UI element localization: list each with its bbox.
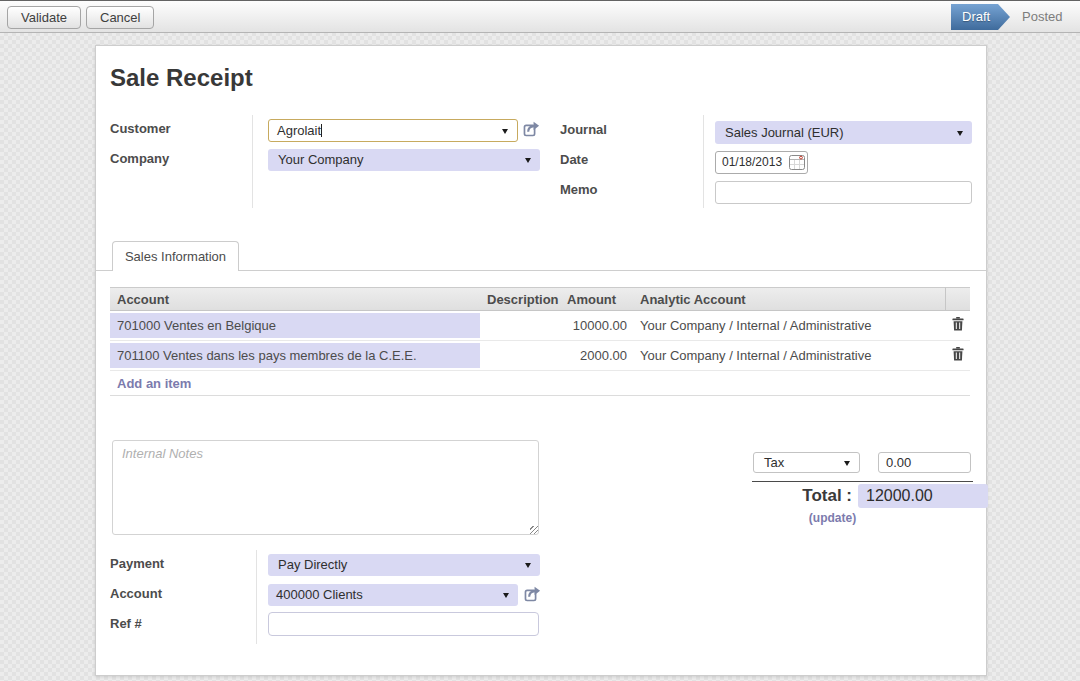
tax-select[interactable]: Tax: [753, 452, 860, 473]
delete-row-icon[interactable]: [952, 347, 964, 361]
cell-description[interactable]: [480, 311, 567, 341]
cell-amount[interactable]: 10000.00: [567, 311, 633, 341]
journal-select[interactable]: Sales Journal (EUR): [715, 121, 972, 144]
group-separator-bottom: [256, 550, 257, 644]
date-label: Date: [560, 152, 588, 167]
table-row[interactable]: 701100 Ventes dans les pays membres de l…: [110, 341, 970, 371]
tab-sales-information[interactable]: Sales Information: [112, 241, 239, 271]
chevron-down-icon: [503, 593, 509, 598]
cell-amount[interactable]: 2000.00: [567, 341, 633, 371]
internal-notes-textarea[interactable]: [112, 440, 539, 535]
status-draft[interactable]: Draft: [951, 4, 1010, 30]
chevron-down-icon: [957, 131, 963, 136]
delete-row-icon[interactable]: [952, 317, 964, 331]
company-label: Company: [110, 151, 169, 166]
ref-label: Ref #: [110, 616, 142, 631]
lines-table: Account Description Amount Analytic Acco…: [110, 287, 970, 396]
col-description[interactable]: Description: [480, 287, 567, 311]
calendar-icon[interactable]: [789, 155, 805, 170]
cell-analytic[interactable]: Your Company / Internal / Administrative: [633, 341, 945, 371]
account-label: Account: [110, 586, 162, 601]
payment-label: Payment: [110, 556, 164, 571]
chevron-down-icon: [525, 563, 531, 568]
chevron-down-icon: [844, 461, 850, 466]
add-an-item-link[interactable]: Add an item: [110, 371, 970, 396]
status-posted[interactable]: Posted: [1022, 9, 1062, 25]
ref-input[interactable]: [268, 612, 539, 636]
open-record-icon[interactable]: [522, 120, 540, 138]
customer-input[interactable]: Agrolait: [268, 119, 518, 142]
update-link[interactable]: (update): [765, 511, 900, 525]
toolbar: Validate Cancel: [0, 0, 1080, 33]
total-separator: [752, 481, 973, 482]
group-separator-right: [703, 115, 704, 208]
date-input[interactable]: 01/18/2013: [715, 151, 808, 174]
cell-account[interactable]: 701100 Ventes dans les pays membres de l…: [110, 341, 480, 371]
total-label: Total :: [700, 486, 852, 506]
validate-button[interactable]: Validate: [7, 6, 81, 29]
customer-label: Customer: [110, 121, 171, 136]
account-select[interactable]: 400000 Clients: [268, 584, 518, 606]
text-caret: [321, 124, 322, 137]
total-value: 12000.00: [858, 484, 988, 508]
memo-input[interactable]: [715, 181, 972, 204]
col-account[interactable]: Account: [110, 287, 480, 311]
table-row[interactable]: 701000 Ventes en Belgique 10000.00 Your …: [110, 311, 970, 341]
open-record-icon[interactable]: [523, 585, 541, 603]
cell-analytic[interactable]: Your Company / Internal / Administrative: [633, 311, 945, 341]
chevron-down-icon[interactable]: [502, 129, 508, 134]
col-amount[interactable]: Amount: [567, 287, 633, 311]
cancel-button[interactable]: Cancel: [86, 6, 154, 29]
page-title: Sale Receipt: [110, 64, 253, 92]
table-header-row: Account Description Amount Analytic Acco…: [110, 287, 970, 311]
company-select[interactable]: Your Company: [268, 149, 540, 171]
journal-label: Journal: [560, 122, 607, 137]
tax-amount-input[interactable]: 0.00: [878, 452, 971, 473]
group-separator-left: [252, 115, 253, 208]
cell-account[interactable]: 701000 Ventes en Belgique: [110, 311, 480, 341]
payment-select[interactable]: Pay Directly: [268, 554, 540, 576]
cell-description[interactable]: [480, 341, 567, 371]
col-analytic[interactable]: Analytic Account: [633, 287, 945, 311]
chevron-down-icon: [525, 158, 531, 163]
resize-grip[interactable]: [530, 526, 538, 534]
memo-label: Memo: [560, 182, 598, 197]
col-delete: [945, 287, 970, 311]
